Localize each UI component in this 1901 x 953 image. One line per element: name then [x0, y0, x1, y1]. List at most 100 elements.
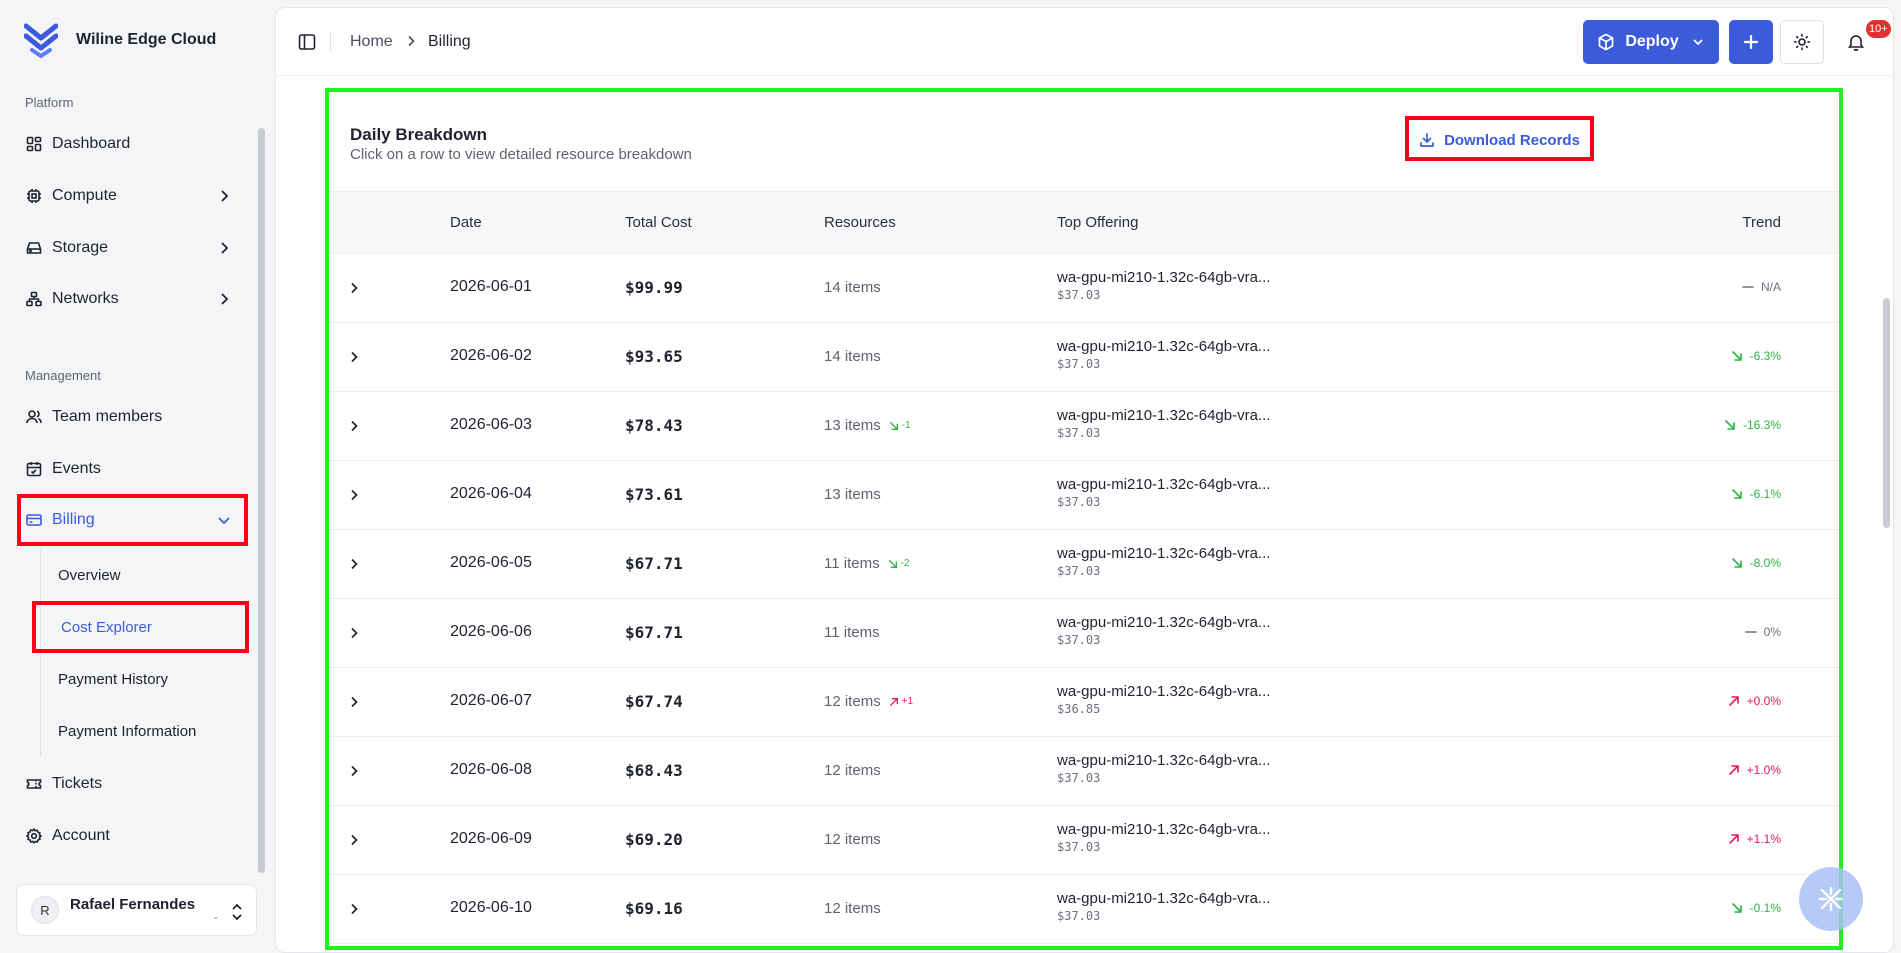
table-row[interactable]: 2026-06-02 $93.65 14 items wa-gpu-mi210-1.3… [329, 323, 1839, 392]
sidebar-item-dashboard[interactable]: Dashboard [16, 122, 246, 166]
chevron-right-icon [221, 293, 229, 305]
sidebar-scrollbar[interactable] [258, 128, 265, 873]
trend-value: +1.0% [1746, 763, 1781, 777]
highlight-billing [17, 494, 248, 546]
billing-submenu-rail [40, 549, 41, 757]
sidebar-subitem-overview[interactable]: Overview [58, 567, 121, 584]
cell-top-offering: wa-gpu-mi210-1.32c-64gb-vra... $36.85 [1057, 683, 1270, 716]
offering-cost: $37.03 [1057, 357, 1101, 371]
resource-delta-value: -1 [901, 420, 911, 431]
sidebar-subitem-payment-information[interactable]: Payment Information [58, 723, 196, 740]
arrow-down-right-icon [1731, 488, 1750, 500]
resource-delta: +1 [889, 696, 913, 707]
cell-resources: 13 items [824, 486, 881, 503]
expand-row-chevron-icon[interactable] [347, 557, 361, 571]
offering-cost: $37.03 [1057, 426, 1101, 440]
expand-row-chevron-icon[interactable] [347, 281, 361, 295]
sidebar-item-networks[interactable]: Networks [16, 277, 246, 321]
cell-top-offering: wa-gpu-mi210-1.32c-64gb-vra... $37.03 [1057, 890, 1270, 923]
cell-trend: -6.1% [1731, 487, 1781, 501]
resource-count: 14 items [824, 348, 881, 365]
sidebar-toggle-icon[interactable] [298, 33, 316, 51]
trend-value: -8.0% [1749, 556, 1781, 570]
expand-row-chevron-icon[interactable] [347, 419, 361, 433]
cell-trend: N/A [1742, 280, 1781, 294]
cell-resources: 12 items [824, 831, 881, 848]
sidebar-item-account[interactable]: Account [16, 814, 246, 858]
expand-row-chevron-icon[interactable] [347, 764, 361, 778]
sidebar-item-label: Team members [52, 408, 163, 425]
deploy-label: Deploy [1625, 33, 1679, 50]
trend-value: +1.1% [1746, 832, 1781, 846]
breadcrumb-home[interactable]: Home [350, 33, 393, 51]
add-button[interactable] [1729, 20, 1773, 64]
avatar: R [31, 896, 59, 924]
cell-resources: 14 items [824, 348, 881, 365]
sidebar-item-events[interactable]: Events [16, 447, 246, 491]
cell-total-cost: $78.43 [625, 416, 683, 435]
sidebar-item-compute[interactable]: Compute [16, 174, 246, 218]
arrow-down-right-icon [888, 559, 901, 569]
card-subtitle: Click on a row to view detailed resource… [350, 146, 692, 163]
table-row[interactable]: 2026-06-04 $73.61 13 items wa-gpu-mi210-1.3… [329, 461, 1839, 530]
wiline-logo-icon [24, 23, 58, 58]
resource-count: 13 items [824, 486, 881, 503]
resource-count: 12 items [824, 762, 881, 779]
resource-delta-value: -2 [900, 558, 910, 569]
table-row[interactable]: 2026-06-01 $99.99 14 items wa-gpu-mi210-1.3… [329, 254, 1839, 323]
table-row[interactable]: 2026-06-08 $68.43 12 items wa-gpu-mi210-1.3… [329, 737, 1839, 806]
user-menu[interactable]: R Rafael Fernandes - [16, 884, 257, 936]
theme-toggle-button[interactable] [1780, 20, 1824, 64]
highlight-download-records [1405, 116, 1594, 161]
expand-row-chevron-icon[interactable] [347, 626, 361, 640]
sidebar-subitem-payment-history[interactable]: Payment History [58, 671, 168, 688]
sidebar-item-tickets[interactable]: Tickets [16, 762, 246, 806]
arrow-down-right-icon [1724, 419, 1743, 431]
sidebar-item-team-members[interactable]: Team members [16, 395, 246, 439]
arrow-up-right-icon [1728, 764, 1747, 776]
table-row[interactable]: 2026-06-10 $69.16 12 items wa-gpu-mi210-1.3… [329, 875, 1839, 944]
expand-row-chevron-icon[interactable] [347, 350, 361, 364]
resource-delta: -1 [889, 420, 911, 431]
support-chat-button[interactable] [1799, 867, 1863, 931]
cell-date: 2026-06-10 [450, 899, 532, 916]
sidebar-item-storage[interactable]: Storage [16, 226, 246, 270]
expand-row-chevron-icon[interactable] [347, 488, 361, 502]
table-row[interactable]: 2026-06-07 $67.74 12 items +1 wa-gpu-mi210-1… [329, 668, 1839, 737]
arrow-down-right-icon [889, 421, 902, 431]
arrow-up-right-icon [1728, 833, 1747, 845]
table-row[interactable]: 2026-06-03 $78.43 13 items -1 wa-gpu-mi210-1… [329, 392, 1839, 461]
offering-cost: $36.85 [1057, 702, 1101, 716]
cell-top-offering: wa-gpu-mi210-1.32c-64gb-vra... $37.03 [1057, 752, 1270, 785]
chevron-right-icon [408, 35, 415, 47]
table-row[interactable]: 2026-06-06 $67.71 11 items wa-gpu-mi210-1.3… [329, 599, 1839, 668]
table-row[interactable]: 2026-06-05 $67.71 11 items -2 wa-gpu-mi210-1… [329, 530, 1839, 599]
toolbar-divider [330, 32, 331, 52]
cell-trend: -8.0% [1731, 556, 1781, 570]
cell-total-cost: $73.61 [625, 485, 683, 504]
column-header-total-cost: Total Cost [625, 214, 692, 231]
breadcrumb-current: Billing [428, 33, 471, 50]
sun-icon [1793, 33, 1811, 51]
cell-resources: 11 items -2 [824, 555, 909, 572]
main-panel: Home Billing Deploy 10+ Daily Breakdown … [275, 7, 1894, 953]
cell-top-offering: wa-gpu-mi210-1.32c-64gb-vra... $37.03 [1057, 545, 1270, 578]
cell-trend: +0.0% [1728, 694, 1781, 708]
topbar: Home Billing Deploy 10+ [276, 8, 1893, 76]
deploy-button[interactable]: Deploy [1583, 20, 1719, 64]
expand-row-chevron-icon[interactable] [347, 902, 361, 916]
cell-total-cost: $93.65 [625, 347, 683, 366]
table-header: Date Total Cost Resources Top Offering T… [329, 191, 1839, 254]
trend-value: -0.1% [1749, 901, 1781, 915]
cell-date: 2026-06-02 [450, 347, 532, 364]
brand[interactable]: Wiline Edge Cloud [24, 22, 216, 58]
offering-name: wa-gpu-mi210-1.32c-64gb-vra... [1057, 269, 1271, 286]
cell-date: 2026-06-01 [450, 278, 532, 295]
expand-row-chevron-icon[interactable] [347, 833, 361, 847]
main-scrollbar[interactable] [1883, 298, 1890, 528]
offering-name: wa-gpu-mi210-1.32c-64gb-vra... [1057, 683, 1271, 700]
table-row[interactable]: 2026-06-09 $69.20 12 items wa-gpu-mi210-1.3… [329, 806, 1839, 875]
expand-row-chevron-icon[interactable] [347, 695, 361, 709]
sidebar-item-label: Storage [52, 239, 109, 256]
arrow-up-right-icon [889, 697, 902, 707]
